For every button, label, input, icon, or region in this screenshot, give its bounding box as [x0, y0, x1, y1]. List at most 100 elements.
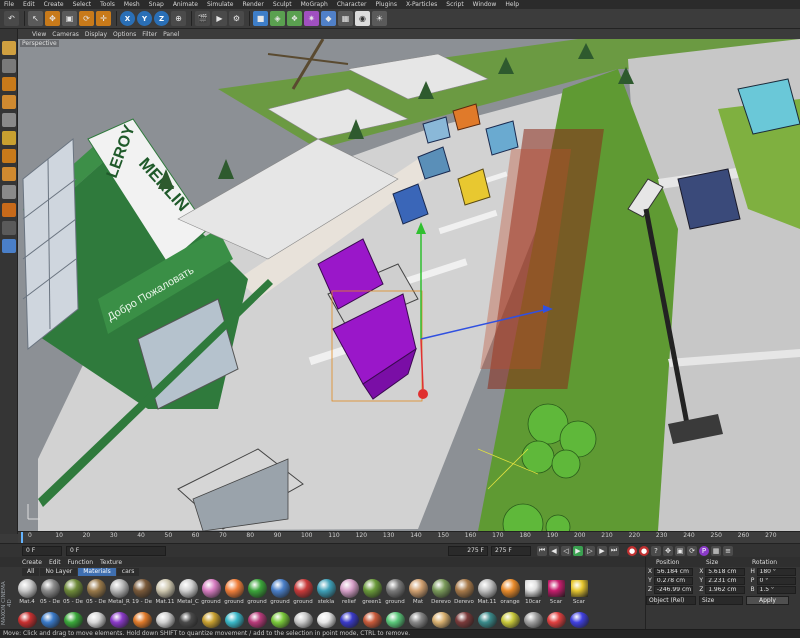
material-swatch[interactable]	[292, 612, 314, 628]
material-swatch[interactable]	[223, 612, 245, 628]
material-swatch[interactable]	[522, 612, 544, 628]
menu-sculpt[interactable]: Sculpt	[273, 0, 292, 9]
goto-end-icon[interactable]: ⏭	[609, 545, 619, 556]
floor-icon[interactable]: ▦	[338, 11, 353, 26]
edges-mode-icon[interactable]	[1, 149, 16, 163]
array-icon[interactable]: ❖	[287, 11, 302, 26]
material-swatch[interactable]	[453, 612, 475, 628]
recent-tools-icon[interactable]: ✛	[96, 11, 111, 26]
undo-icon[interactable]: ↶	[4, 11, 19, 26]
menu-animate[interactable]: Animate	[173, 0, 198, 9]
material-swatch[interactable]: 5car	[545, 579, 567, 605]
move-tool-icon[interactable]: ✥	[45, 11, 60, 26]
material-swatch[interactable]	[154, 612, 176, 628]
menu-edit[interactable]: Edit	[23, 0, 35, 9]
material-swatch[interactable]	[430, 612, 452, 628]
material-swatch[interactable]: Metal_R	[108, 579, 130, 605]
material-swatch[interactable]: 19 - De	[131, 579, 153, 605]
make-editable-icon[interactable]	[1, 41, 16, 55]
size-field[interactable]: 1.962 cm	[705, 585, 745, 594]
menu-window[interactable]: Window	[473, 0, 497, 9]
material-swatch[interactable]	[108, 612, 130, 628]
render-settings-icon[interactable]: ⚙	[229, 11, 244, 26]
viewport-menu-display[interactable]: Display	[85, 31, 107, 38]
rotation-field[interactable]: 0 °	[756, 576, 796, 585]
menu-mograph[interactable]: MoGraph	[301, 0, 328, 9]
material-swatch[interactable]: 10car	[522, 579, 544, 605]
play-icon[interactable]: ▶	[573, 545, 583, 556]
material-swatch[interactable]	[16, 612, 38, 628]
size-field[interactable]: 2.231 cm	[705, 576, 745, 585]
viewport-menu-panel[interactable]: Panel	[163, 31, 179, 38]
tweak-mode-icon[interactable]	[1, 203, 16, 217]
axis-mode-icon[interactable]	[1, 185, 16, 199]
menu-render[interactable]: Render	[242, 0, 263, 9]
scale-key-icon[interactable]: ▣	[675, 545, 685, 556]
material-menu-texture[interactable]: Texture	[100, 559, 122, 566]
material-swatch[interactable]: Metal_C	[177, 579, 199, 605]
record-icon[interactable]: ●	[627, 545, 637, 556]
material-menu-create[interactable]: Create	[22, 559, 42, 566]
position-field[interactable]: 0.278 cm	[653, 576, 694, 585]
timeline-menu-icon[interactable]: ≡	[723, 545, 733, 556]
subdivision-icon[interactable]: ◈	[270, 11, 285, 26]
material-swatch[interactable]: ground	[292, 579, 314, 605]
material-swatch[interactable]: Derevo	[453, 579, 475, 605]
material-swatch[interactable]: green1	[361, 579, 383, 605]
material-swatch[interactable]: Mat.4	[16, 579, 38, 605]
material-filter-tab[interactable]: All	[22, 568, 40, 576]
camera-icon[interactable]: ◉	[355, 11, 370, 26]
preview-end-field[interactable]: 275 F	[491, 545, 531, 556]
material-filter-tab[interactable]: No Layer	[40, 568, 78, 576]
material-swatch[interactable]: ground	[223, 579, 245, 605]
deformer-icon[interactable]: ◆	[321, 11, 336, 26]
param-key-icon[interactable]: P	[699, 545, 709, 556]
material-swatch[interactable]: stekla	[315, 579, 337, 605]
material-swatch[interactable]	[131, 612, 153, 628]
position-field[interactable]: 56.184 cm	[653, 567, 694, 576]
prev-frame-icon[interactable]: ◁	[561, 545, 571, 556]
menu-tools[interactable]: Tools	[100, 0, 115, 9]
material-swatch[interactable]: orange	[499, 579, 521, 605]
current-frame-field[interactable]: 0 F	[22, 545, 62, 556]
y-axis-lock-button[interactable]: Y	[137, 11, 152, 26]
viewport-menu-filter[interactable]: Filter	[142, 31, 157, 38]
points-mode-icon[interactable]	[1, 131, 16, 145]
scale-tool-icon[interactable]: ▣	[62, 11, 77, 26]
rotation-field[interactable]: 180 °	[756, 567, 796, 576]
render-view-icon[interactable]: 🎬	[195, 11, 210, 26]
gizmo-x-handle[interactable]	[418, 389, 428, 399]
material-swatch[interactable]	[545, 612, 567, 628]
polygons-mode-icon[interactable]	[1, 167, 16, 181]
material-swatch[interactable]	[246, 612, 268, 628]
material-swatch[interactable]: Mat.11	[476, 579, 498, 605]
pla-key-icon[interactable]: ▦	[711, 545, 721, 556]
next-frame-icon[interactable]: ▷	[585, 545, 595, 556]
material-swatch[interactable]: ground	[246, 579, 268, 605]
material-swatch[interactable]	[315, 612, 337, 628]
material-swatch[interactable]	[177, 612, 199, 628]
z-axis-lock-button[interactable]: Z	[154, 11, 169, 26]
material-swatch[interactable]	[200, 612, 222, 628]
object-mode-icon[interactable]	[1, 113, 16, 127]
rotate-tool-icon[interactable]: ⟳	[79, 11, 94, 26]
material-swatch[interactable]	[407, 612, 429, 628]
menu-help[interactable]: Help	[505, 0, 519, 9]
start-frame-field[interactable]: 0 F	[66, 545, 166, 556]
material-swatch[interactable]: Mat	[407, 579, 429, 605]
position-key-icon[interactable]: ✥	[663, 545, 673, 556]
menu-script[interactable]: Script	[446, 0, 463, 9]
menu-x-particles[interactable]: X-Particles	[406, 0, 437, 9]
menu-simulate[interactable]: Simulate	[207, 0, 234, 9]
material-swatch[interactable]: Scar	[568, 579, 590, 605]
material-swatch[interactable]: ground	[269, 579, 291, 605]
workplane-icon[interactable]	[1, 77, 16, 91]
material-filter-tab[interactable]: cars	[116, 568, 140, 576]
viewport-menu-cameras[interactable]: Cameras	[52, 31, 79, 38]
apply-button[interactable]: Apply	[746, 596, 789, 605]
material-swatch[interactable]	[384, 612, 406, 628]
render-picture-viewer-icon[interactable]: ▶	[212, 11, 227, 26]
menu-character[interactable]: Character	[337, 0, 367, 9]
lock-workplane-icon[interactable]	[1, 239, 16, 253]
rotation-field[interactable]: 1.5 °	[756, 585, 796, 594]
